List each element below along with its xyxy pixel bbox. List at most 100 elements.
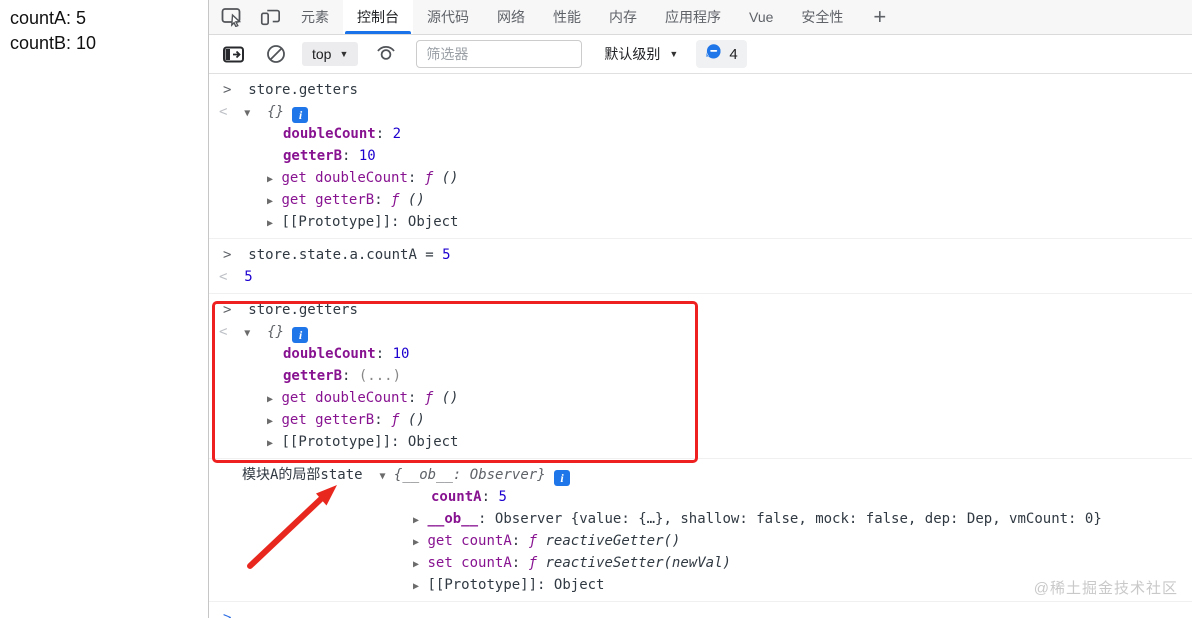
console-line: getterB: 10 [209,145,1192,167]
info-badge-icon[interactable]: i [292,107,309,123]
page-text-countb: countB: 10 [10,33,97,53]
info-badge-icon[interactable]: i [292,327,309,343]
console-token: set countA [427,555,512,571]
console-token: ƒ [424,170,434,186]
console-token: get doubleCount [281,170,408,186]
console-token: reactiveGetter() [537,533,681,549]
console-token: [[Prototype]] [281,434,392,450]
console-line: ▶ get getterB: ƒ () [209,409,1192,431]
console-token [250,324,267,340]
console-token: ƒ [528,555,538,571]
console-line: ▶ get doubleCount: ƒ () [209,167,1192,189]
console-line: ▶ [[Prototype]]: Object [209,431,1192,453]
devtools-tabs: 元素 控制台 源代码 网络 性能 内存 应用程序 Vue 安全性 [287,0,857,34]
devtools-panel: 元素控制台源代码网络性能内存应用程序Vue安全性 + top ▼ [208,0,1192,618]
lazy-getter-ellipsis[interactable]: (...) [359,368,401,384]
console-token: : [391,434,408,450]
console-token: : [375,346,393,362]
console-token: getterB [283,148,343,164]
tab-网络[interactable]: 网络 [483,0,539,34]
console-token: {__ob__: Observer} [393,467,546,483]
console-token: 5 [442,247,451,263]
console-sidebar-icon[interactable] [223,46,244,63]
console-token: : [537,577,554,593]
console-token: get countA [427,533,512,549]
console-token [284,104,292,120]
console-token: {} [267,324,285,340]
console-line: > store.getters [209,79,1192,101]
console-token: : [342,148,359,164]
console-line: doubleCount: 10 [209,343,1192,365]
console-token: store.getters [231,302,358,318]
info-badge-icon[interactable]: i [554,470,571,486]
console-line: < 5 [209,266,1192,288]
context-label: top [312,46,332,62]
console-line: ▶ get doubleCount: ƒ () [209,387,1192,409]
console-line: countA: 5 [209,486,1192,508]
console-token: () [433,170,459,186]
console-token: : [481,489,499,505]
console-message: > store.getters < ▼ {} i doubleCount: 10 ge… [209,294,1192,459]
context-selector[interactable]: top ▼ [302,42,359,66]
console-token [385,467,393,483]
console-token: 10 [392,346,410,362]
console-token: [[Prototype]] [281,214,392,230]
console-line: doubleCount: 2 [209,123,1192,145]
console-prompt-chevron[interactable]: > [223,610,231,618]
console-toolbar: top ▼ 默认级别 ▼ 4 [209,35,1192,74]
console-token [546,467,554,483]
console-token: __ob__ [427,511,479,527]
console-token: Object [407,214,459,230]
console-token: Object [553,577,605,593]
console-token: countA [431,489,482,505]
filter-input[interactable] [416,40,583,68]
device-toolbar-icon[interactable] [259,6,281,28]
tab-性能[interactable]: 性能 [539,0,595,34]
console-token: 10 [358,148,376,164]
console-token: 5 [244,269,253,285]
console-token: : [511,555,529,571]
console-line: > store.getters [209,299,1192,321]
console-token: {} [267,104,285,120]
tab-内存[interactable]: 内存 [595,0,651,34]
console-token: () [399,412,425,428]
log-levels-dropdown[interactable]: 默认级别 ▼ [604,44,678,64]
more-tabs-button[interactable]: + [857,0,902,34]
devtools-tabbar: 元素 控制台 源代码 网络 性能 内存 应用程序 Vue 安全性 + [209,0,1192,35]
clear-console-icon[interactable] [266,44,286,64]
console-token: : [374,192,392,208]
console-token: getterB [283,368,343,384]
console-token: reactiveSetter(newVal) [537,555,731,571]
tab-源代码[interactable]: 源代码 [413,0,483,34]
console-token: ƒ [424,390,434,406]
rendered-page: countA: 5 countB: 10 [0,0,208,618]
console-token: : [374,412,392,428]
console-token [250,104,267,120]
tab-安全性[interactable]: 安全性 [787,0,857,34]
inspect-element-icon[interactable] [221,6,243,28]
console-line: ▶ [[Prototype]]: Object [209,211,1192,233]
console-line: > store.state.a.countA = 5 [209,244,1192,266]
chat-bubble-icon [705,43,722,65]
tab-控制台[interactable]: 控制台 [343,0,413,34]
console-token: : [375,126,393,142]
plus-icon: + [873,4,887,29]
tab-应用程序[interactable]: 应用程序 [651,0,735,34]
console-token: [[Prototype]] [427,577,538,593]
console-token: Observer {value: {…}, shallow: false, mo… [494,511,1102,527]
console-token: doubleCount [283,126,376,142]
live-expression-eye-icon[interactable] [374,45,398,63]
console-token [227,324,244,340]
console-token: : [407,390,425,406]
tab-Vue[interactable]: Vue [735,0,787,34]
message-count: 4 [729,45,738,63]
message-count-badge[interactable]: 4 [696,40,747,68]
console-token [227,269,244,285]
console-line: ▶ get getterB: ƒ () [209,189,1192,211]
console-token: : [342,368,359,384]
console-message: > store.state.a.countA = 5 < 5 [209,239,1192,294]
console-token [363,467,380,483]
console-token: store.getters [231,82,358,98]
console-token: 2 [392,126,402,142]
tab-元素[interactable]: 元素 [287,0,343,34]
